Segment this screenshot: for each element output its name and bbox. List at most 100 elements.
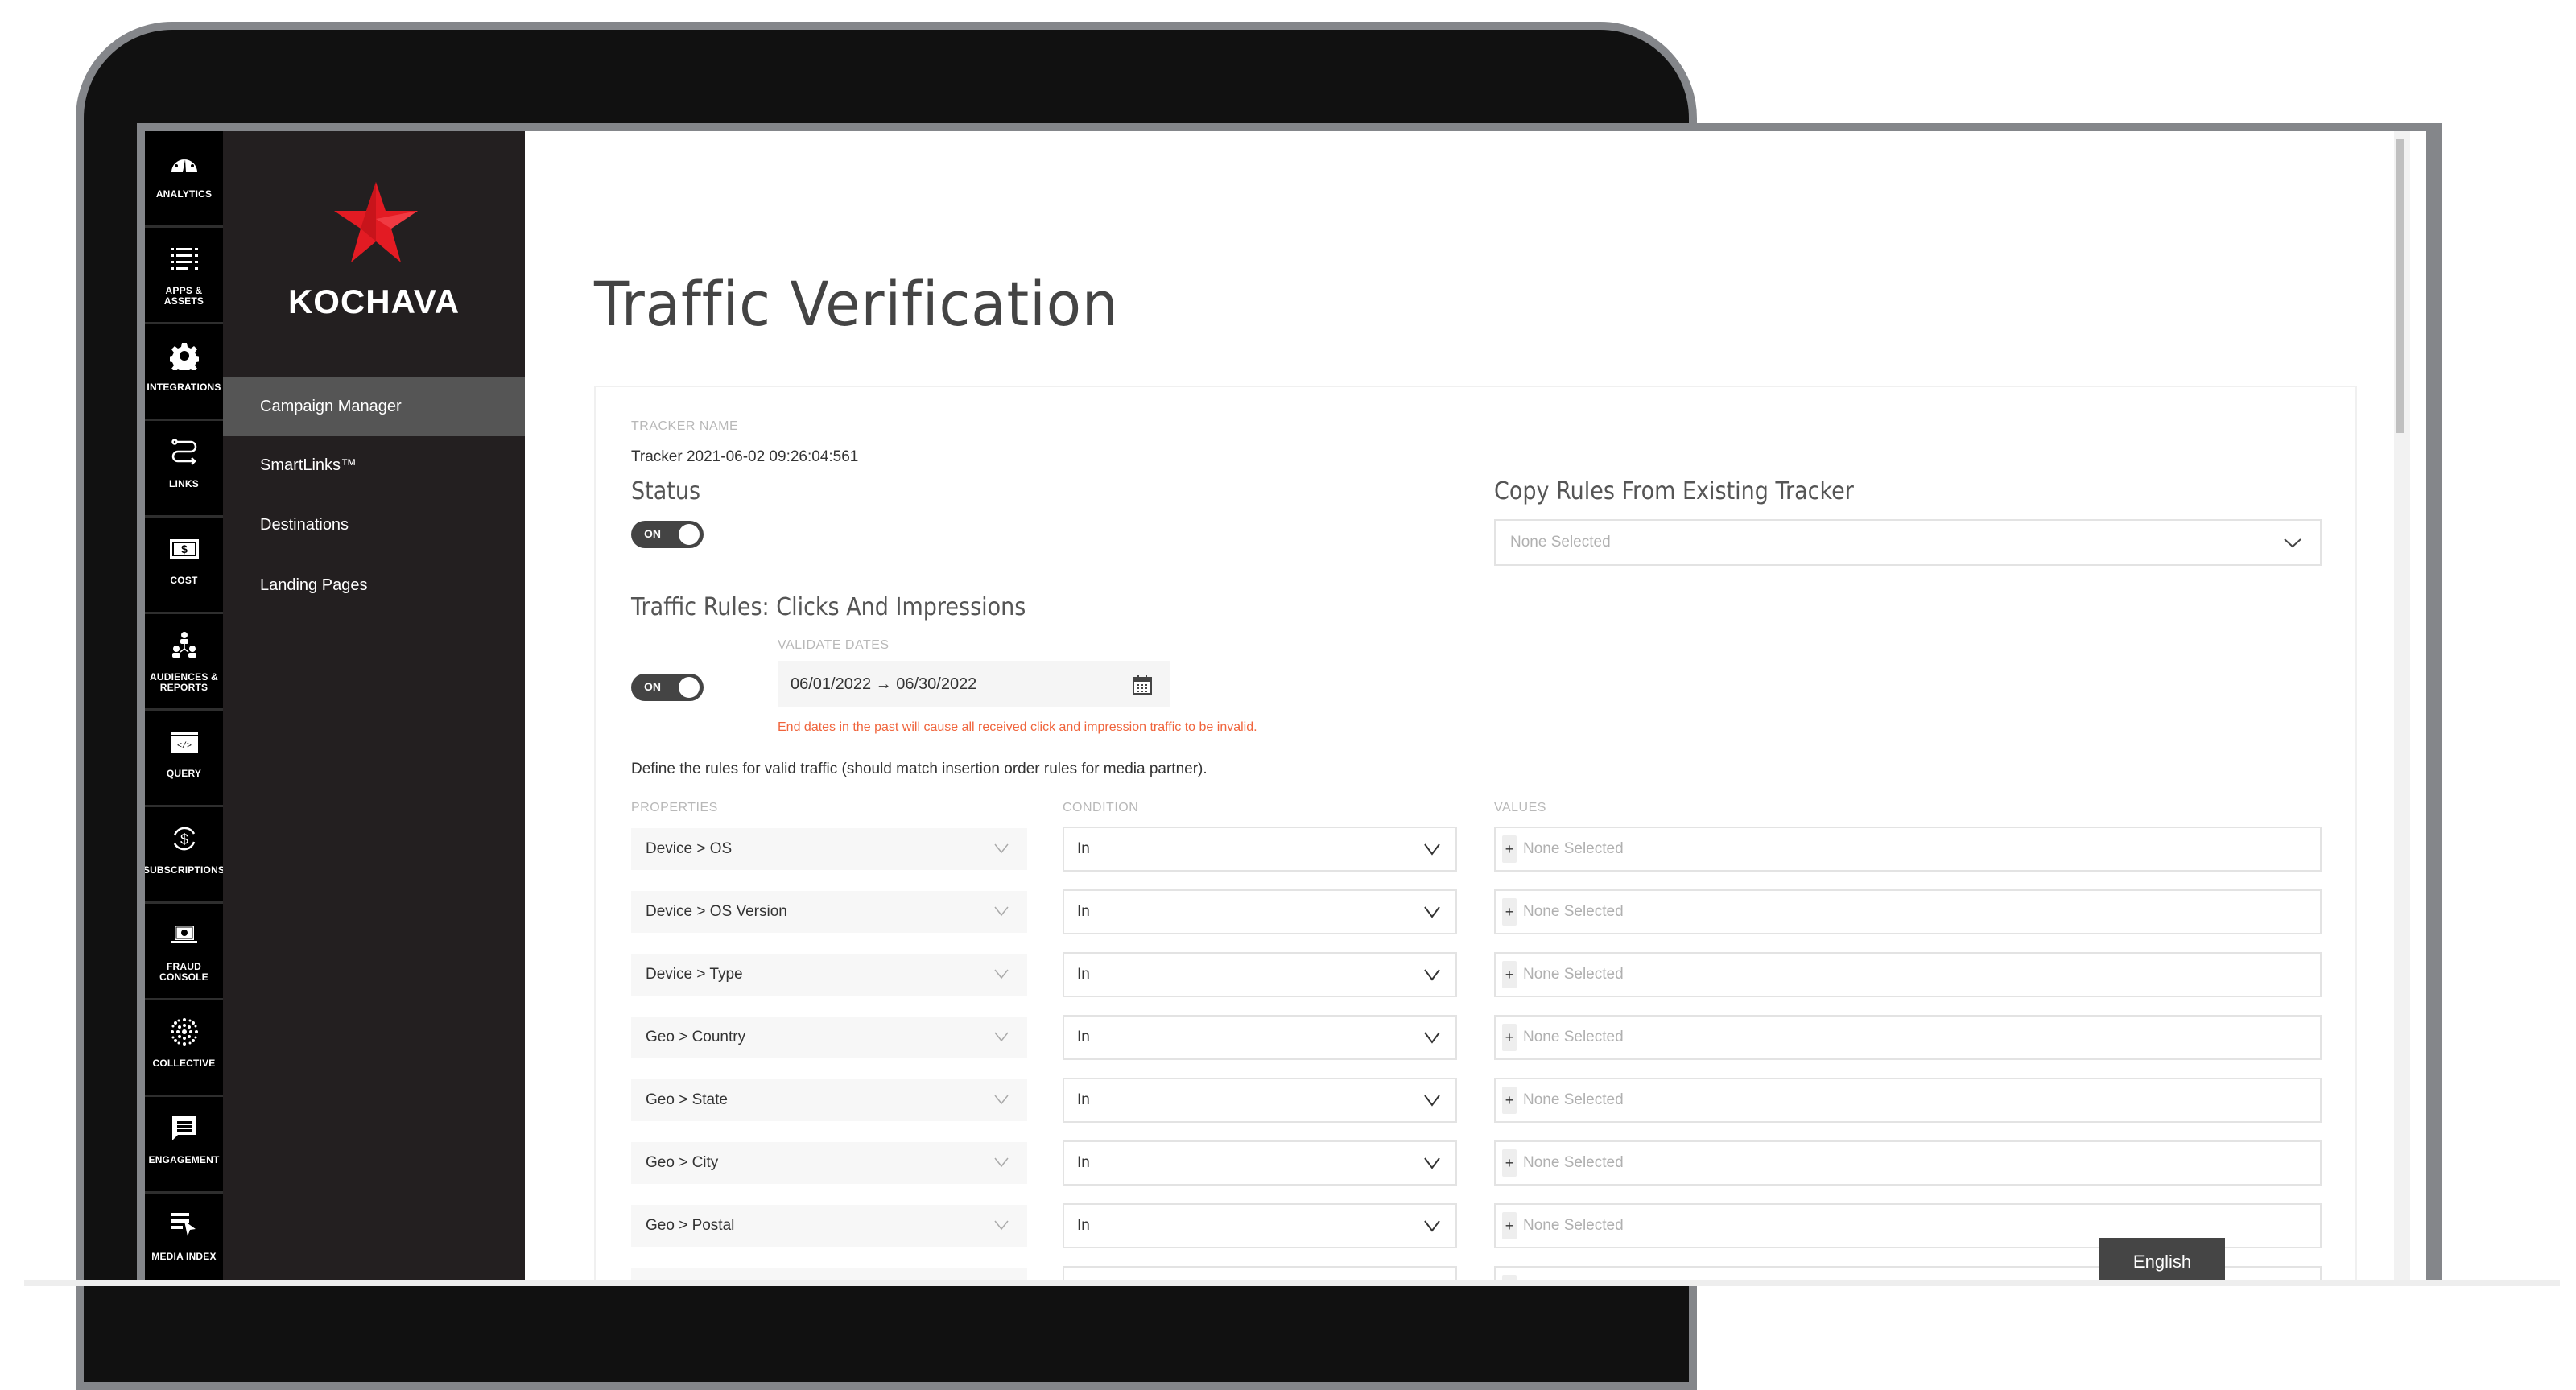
rule-values-placeholder: None Selected — [1523, 840, 1624, 857]
toggle-label: ON — [644, 527, 661, 540]
rail-item-apps-assets[interactable]: APPS & ASSETS — [145, 228, 223, 324]
rule-values-multiselect[interactable]: + None Selected — [1494, 889, 2322, 934]
traffic-rules-toggle[interactable]: ON — [631, 674, 704, 701]
svg-text:</>: </> — [176, 741, 191, 751]
rule-condition-value: In — [1077, 1091, 1090, 1108]
rule-property-value: Geo > Country — [646, 1029, 746, 1046]
rail-item-integrations[interactable]: INTEGRATIONS — [145, 324, 223, 421]
chevron-down-icon — [1424, 969, 1440, 981]
rail-item-media-index[interactable]: MEDIA INDEX — [145, 1194, 223, 1282]
rail-item-cost[interactable]: $ COST — [145, 518, 223, 614]
language-button[interactable]: English — [2099, 1238, 2225, 1286]
rule-property-select[interactable]: Geo > State — [631, 1079, 1027, 1121]
toggle-knob — [679, 677, 700, 698]
rule-condition-select[interactable]: In — [1063, 1203, 1457, 1248]
bottom-strip — [24, 1280, 2560, 1286]
status-toggle[interactable]: ON — [631, 521, 704, 548]
rail-label: LINKS — [169, 478, 199, 489]
rule-values-multiselect[interactable]: + None Selected — [1494, 1078, 2322, 1123]
chevron-down-icon — [1424, 1032, 1440, 1044]
column-header-values: VALUES — [1494, 801, 1546, 815]
vertical-scrollbar[interactable] — [2394, 131, 2410, 1282]
rail-label: AUDIENCES & REPORTS — [150, 671, 218, 693]
rule-condition-value: In — [1077, 966, 1090, 983]
rule-condition-select[interactable]: In — [1063, 1015, 1457, 1060]
rule-values-placeholder: None Selected — [1523, 903, 1624, 920]
rail-label: MEDIA INDEX — [151, 1251, 217, 1262]
chevron-down-icon — [994, 1032, 1009, 1042]
add-value-icon[interactable]: + — [1502, 1087, 1517, 1114]
rule-property-value: Geo > Postal — [646, 1217, 735, 1234]
analytics-gauge-icon — [167, 146, 201, 179]
rule-property-value: Geo > State — [646, 1091, 728, 1108]
add-value-icon[interactable]: + — [1502, 1024, 1517, 1051]
traffic-verification-form: TRACKER NAME Tracker 2021-06-02 09:26:04… — [594, 386, 2357, 1282]
cost-bill-icon: $ — [167, 532, 201, 566]
page-title: Traffic Verification — [594, 268, 1119, 340]
rule-condition-select[interactable]: In — [1063, 827, 1457, 872]
define-rules-text: Define the rules for valid traffic (shou… — [631, 761, 1208, 777]
rule-condition-select[interactable]: In — [1063, 889, 1457, 934]
rule-condition-value: In — [1077, 903, 1090, 920]
chevron-down-icon — [994, 906, 1009, 917]
tracker-name-label: TRACKER NAME — [631, 419, 739, 433]
rail-item-collective[interactable]: COLLECTIVE — [145, 1000, 223, 1097]
scrollbar-thumb[interactable] — [2396, 139, 2404, 433]
add-value-icon[interactable]: + — [1502, 835, 1517, 863]
rail-item-subscriptions[interactable]: $ SUBSCRIPTIONS — [145, 807, 223, 904]
rule-property-value: Geo > City — [646, 1154, 719, 1171]
add-value-icon[interactable]: + — [1502, 961, 1517, 988]
copy-rules-select[interactable]: None Selected — [1494, 519, 2322, 566]
add-value-icon[interactable]: + — [1502, 1149, 1517, 1177]
calendar-icon[interactable] — [1132, 674, 1153, 695]
rule-property-select[interactable]: Geo > Postal — [631, 1205, 1027, 1247]
rule-values-multiselect[interactable]: + None Selected — [1494, 1140, 2322, 1186]
rule-condition-select[interactable]: In — [1063, 952, 1457, 997]
rule-condition-select[interactable]: In — [1063, 1140, 1457, 1186]
subnav-destinations[interactable]: Destinations — [223, 496, 525, 555]
status-heading: Status — [631, 477, 701, 505]
chevron-down-icon — [994, 1095, 1009, 1105]
chevron-down-icon — [994, 843, 1009, 854]
rule-property-select[interactable]: Geo > City — [631, 1142, 1027, 1184]
rail-item-links[interactable]: LINKS — [145, 421, 223, 518]
rail-item-fraud-console[interactable]: FRAUD CONSOLE — [145, 904, 223, 1000]
query-code-icon: </> — [167, 725, 201, 759]
rail-item-analytics[interactable]: ANALYTICS — [145, 131, 223, 228]
rule-property-select[interactable]: Device > OS — [631, 828, 1027, 870]
chevron-down-icon — [1424, 843, 1440, 856]
subnav-smartlinks[interactable]: SmartLinks™ — [223, 436, 525, 495]
subnav-landing-pages[interactable]: Landing Pages — [223, 556, 525, 615]
rail-item-query[interactable]: </> QUERY — [145, 711, 223, 807]
rule-values-placeholder: None Selected — [1523, 1154, 1624, 1171]
toggle-knob — [679, 524, 700, 545]
rule-property-select[interactable]: Device > OS Version — [631, 891, 1027, 933]
chevron-down-icon — [1424, 1157, 1440, 1169]
rule-property-select[interactable]: Device > Type — [631, 954, 1027, 996]
icon-rail: ANALYTICS APPS & ASSETS INTEGRATIONS LIN… — [145, 131, 223, 1282]
rule-property-value: Device > Type — [646, 966, 743, 983]
rule-values-multiselect[interactable]: + None Selected — [1494, 952, 2322, 997]
add-value-icon[interactable]: + — [1502, 898, 1517, 926]
subscriptions-dollar-icon: $ — [167, 822, 201, 856]
add-value-icon[interactable]: + — [1502, 1212, 1517, 1239]
rail-item-audiences-reports[interactable]: AUDIENCES & REPORTS — [145, 614, 223, 711]
date-range-value: 06/01/2022 → 06/30/2022 — [791, 674, 977, 693]
rule-property-select[interactable]: Geo > Country — [631, 1017, 1027, 1058]
validate-dates-field[interactable]: 06/01/2022 → 06/30/2022 — [778, 661, 1170, 707]
rail-item-engagement[interactable]: ENGAGEMENT — [145, 1097, 223, 1194]
rule-values-multiselect[interactable]: + None Selected — [1494, 1015, 2322, 1060]
links-path-icon — [167, 435, 201, 469]
kochava-wordmark: KOCHAVA — [287, 283, 460, 320]
gear-icon — [167, 339, 201, 373]
rule-values-multiselect[interactable]: + None Selected — [1494, 827, 2322, 872]
engagement-chat-icon — [167, 1112, 201, 1145]
app-screen: ANALYTICS APPS & ASSETS INTEGRATIONS LIN… — [145, 131, 2426, 1282]
rule-condition-select[interactable]: In — [1063, 1078, 1457, 1123]
audience-people-icon — [167, 629, 201, 662]
chevron-down-icon — [994, 969, 1009, 980]
subnav-campaign-manager[interactable]: Campaign Manager — [223, 377, 525, 436]
column-header-properties: PROPERTIES — [631, 801, 718, 815]
rail-label: ENGAGEMENT — [148, 1154, 220, 1165]
rule-property-value: Device > OS Version — [646, 903, 787, 920]
